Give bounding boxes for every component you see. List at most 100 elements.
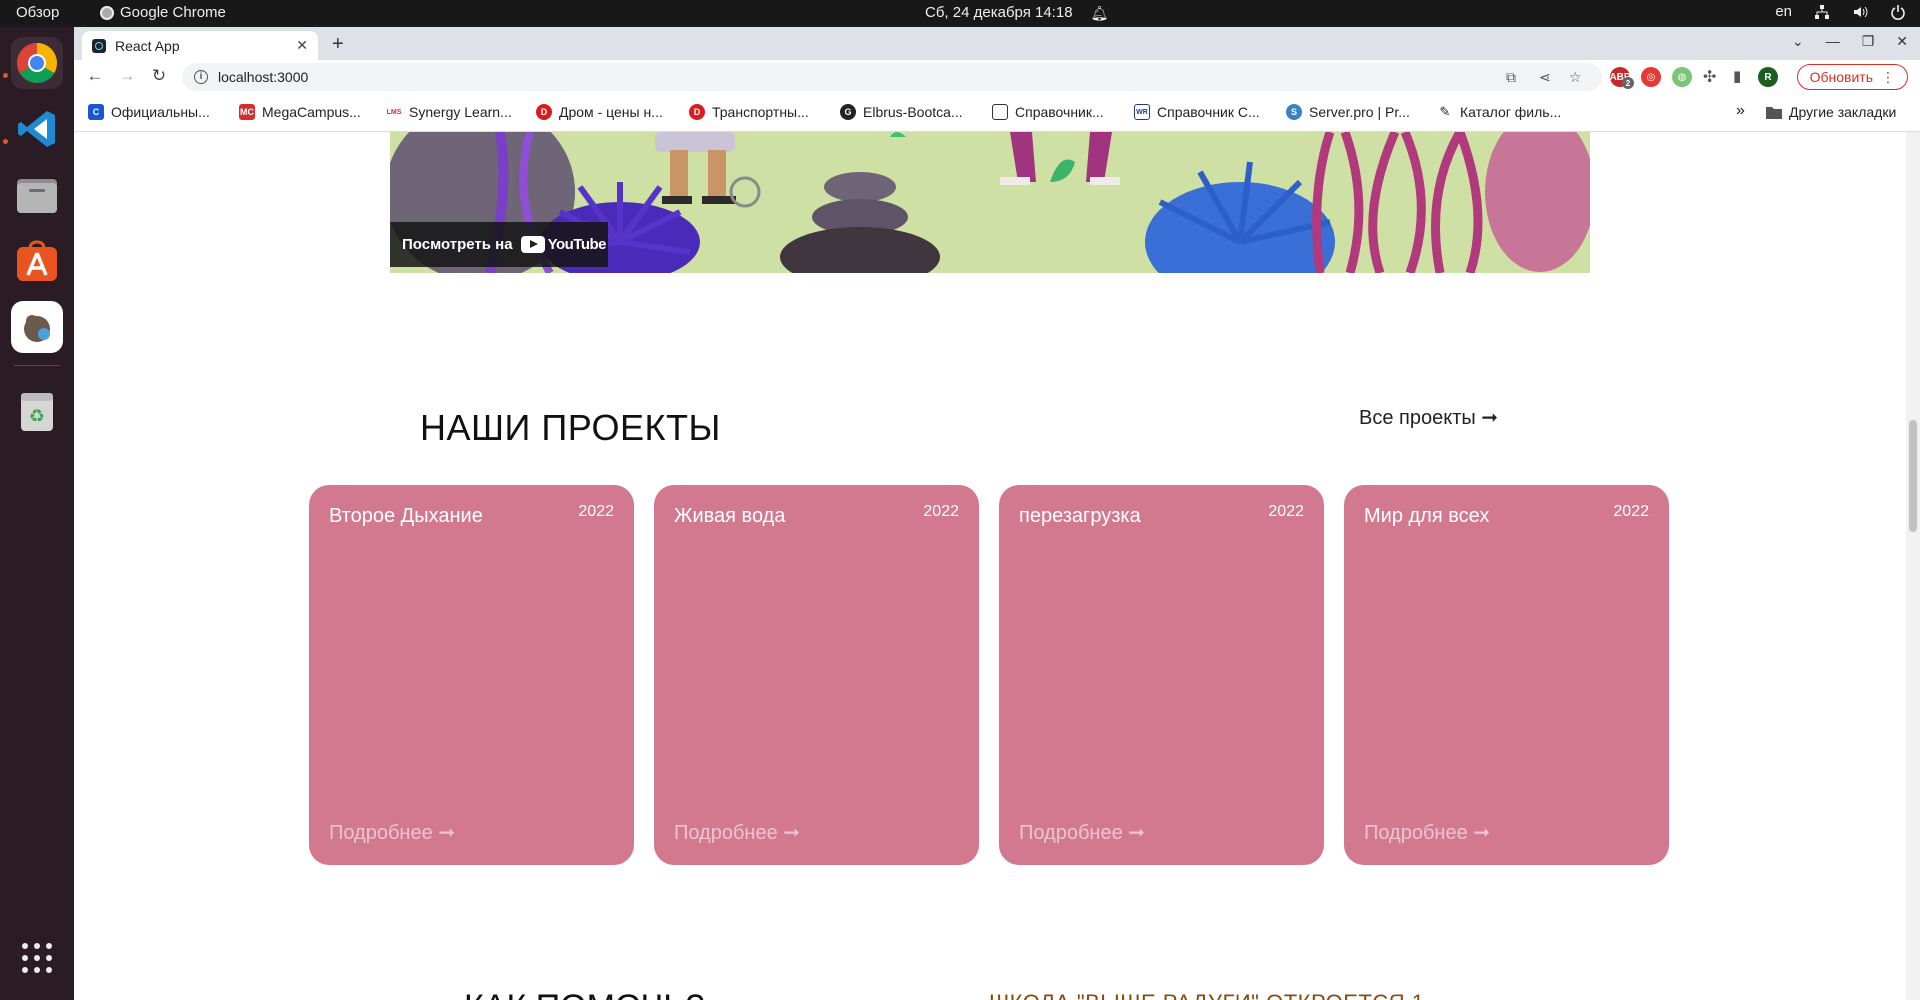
help-section-title: КАК ПОМОЧЬ? (464, 988, 705, 1000)
bookmark-label: Справочник С... (1157, 104, 1260, 120)
project-card-more-link[interactable]: Подробнее ➞ (1019, 820, 1145, 845)
minimize-button[interactable]: — (1826, 33, 1840, 50)
keyboard-layout[interactable]: en (1775, 3, 1792, 20)
gimp-icon[interactable] (11, 301, 63, 353)
bookmark-item[interactable]: WR Справочник С... (1134, 104, 1260, 120)
window-controls: ⌄ — ❐ ✕ (1792, 33, 1908, 50)
volume-icon[interactable] (1852, 4, 1868, 20)
other-bookmarks-folder[interactable]: Другие закладки (1766, 104, 1896, 120)
bookmark-favicon-icon: WR (1134, 104, 1150, 120)
address-bar[interactable]: i localhost:3000 (182, 63, 1602, 91)
forward-button[interactable]: → (116, 66, 138, 86)
bookmark-star-icon[interactable]: ☆ (1569, 69, 1582, 86)
youtube-logo-icon: YouTube (520, 236, 607, 253)
other-bookmarks-label: Другие закладки (1789, 104, 1897, 120)
github-icon: G (840, 104, 856, 120)
project-card[interactable]: перезагрузка 2022 Подробнее ➞ (999, 485, 1324, 865)
reload-button[interactable]: ↻ (148, 66, 170, 86)
update-button[interactable]: Обновить ⋮ (1796, 64, 1908, 90)
trash-icon[interactable]: ♻ (11, 385, 63, 437)
bookmark-label: Транспортны... (712, 104, 809, 120)
bookmark-label: Официальны... (111, 104, 210, 120)
bookmark-favicon-icon: LMS (386, 104, 402, 120)
dock-separator (14, 365, 60, 366)
page-scrollbar[interactable] (1906, 132, 1920, 1000)
share-icon[interactable]: ⋖ (1539, 69, 1551, 86)
dock: ♻ (0, 27, 74, 1000)
project-card-more-link[interactable]: Подробнее ➞ (1364, 820, 1490, 845)
clock-menu[interactable]: Сб, 24 декабря 14:18 🔔︎ (925, 4, 1108, 21)
url-text: localhost:3000 (218, 69, 309, 85)
bookmark-item[interactable]: MC MegaCampus... (239, 104, 361, 120)
bookmark-label: MegaCampus... (262, 104, 361, 120)
project-card-year: 2022 (578, 503, 614, 520)
bookmark-item[interactable]: C Официальны... (88, 104, 210, 120)
project-card[interactable]: Мир для всех 2022 Подробнее ➞ (1344, 485, 1669, 865)
watch-on-label: Посмотреть на (402, 236, 513, 253)
extension-target-icon[interactable]: ◎ (1641, 67, 1661, 87)
system-tray[interactable]: en (1775, 3, 1906, 20)
bookmark-item[interactable]: S Server.pro | Pr... (1286, 104, 1410, 120)
tab-close-icon[interactable]: ✕ (296, 37, 308, 54)
project-card-more-link[interactable]: Подробнее ➞ (329, 820, 455, 845)
bookmark-label: Справочник... (1015, 104, 1104, 120)
project-card-more-link[interactable]: Подробнее ➞ (674, 820, 800, 845)
project-card-title: Второе Дыхание (329, 505, 483, 527)
youtube-video-embed[interactable]: Посмотреть на YouTube (390, 132, 1590, 273)
youtube-play-icon (520, 236, 545, 253)
project-card[interactable]: Второе Дыхание 2022 Подробнее ➞ (309, 485, 634, 865)
react-favicon-icon (92, 38, 106, 53)
activities-button[interactable]: Обзор (16, 4, 59, 21)
site-info-icon[interactable]: i (194, 70, 208, 84)
project-card-title: Мир для всех (1364, 505, 1490, 527)
bookmark-item[interactable]: LMS Synergy Learn... (386, 104, 512, 120)
bookmark-label: Дром - цены н... (559, 104, 663, 120)
bookmark-item[interactable]: D Дром - цены н... (536, 104, 663, 120)
bookmark-favicon-icon: D (689, 104, 705, 120)
bookmark-favicon-icon: MC (239, 104, 255, 120)
bookmark-favicon-icon (992, 104, 1008, 120)
side-panel-icon[interactable]: ▮ (1733, 67, 1741, 85)
browser-toolbar: ← → ↻ i localhost:3000 ⧉ ⋖ ☆ ABP 2 ◎ ◍ ✣… (74, 60, 1920, 94)
app-center-icon[interactable] (11, 235, 63, 287)
bookmarks-bar: C Официальны... MC MegaCampus... LMS Syn… (74, 94, 1920, 132)
school-announcement: ШКОЛА "ВЫШЕ РАДУГИ" ОТКРОЕТСЯ 1 (989, 990, 1425, 1000)
watch-on-youtube-button[interactable]: Посмотреть на YouTube (390, 222, 608, 267)
project-card[interactable]: Живая вода 2022 Подробнее ➞ (654, 485, 979, 865)
youtube-wordmark: YouTube (547, 236, 607, 253)
files-icon[interactable] (11, 169, 63, 221)
extension-green-icon[interactable]: ◍ (1672, 67, 1692, 87)
chrome-icon[interactable] (11, 37, 63, 89)
all-projects-link[interactable]: Все проекты ➞ (1359, 405, 1498, 430)
tab-strip: React App ✕ + ⌄ — ❐ ✕ (74, 27, 1920, 60)
vscode-icon[interactable] (11, 103, 63, 155)
back-button[interactable]: ← (84, 66, 106, 86)
app-grid-icon[interactable] (11, 932, 63, 984)
system-top-bar: Обзор Google Chrome Сб, 24 декабря 14:18… (0, 0, 1920, 27)
network-icon[interactable] (1814, 4, 1830, 20)
power-icon[interactable] (1890, 4, 1906, 20)
bookmark-item[interactable]: Справочник... (992, 104, 1104, 120)
bookmark-item[interactable]: ✎ Каталог филь... (1437, 104, 1561, 120)
new-tab-button[interactable]: + (332, 33, 344, 56)
close-window-button[interactable]: ✕ (1896, 33, 1908, 50)
profile-avatar[interactable]: R (1758, 67, 1778, 87)
page-viewport: Посмотреть на YouTube НАШИ ПРОЕКТЫ Все п… (74, 132, 1906, 1000)
extensions-puzzle-icon[interactable]: ✣ (1703, 67, 1716, 87)
bookmark-item[interactable]: G Elbrus-Bootca... (840, 104, 963, 120)
more-menu-icon[interactable]: ⋮ (1881, 69, 1895, 86)
tab-react-app[interactable]: React App ✕ (82, 31, 318, 60)
translate-icon[interactable]: ⧉ (1506, 69, 1516, 86)
update-label: Обновить (1809, 69, 1873, 85)
active-app-menu[interactable]: Google Chrome (100, 4, 226, 21)
project-card-year: 2022 (923, 503, 959, 520)
maximize-button[interactable]: ❐ (1862, 33, 1875, 50)
tab-search-chevron-icon[interactable]: ⌄ (1792, 33, 1804, 50)
more-bookmarks-chevron-icon[interactable]: » (1736, 102, 1745, 120)
bookmark-favicon-icon: C (88, 104, 104, 120)
bookmark-item[interactable]: D Транспортны... (689, 104, 809, 120)
scrollbar-thumb[interactable] (1909, 420, 1917, 532)
extension-badge: 2 (1622, 77, 1634, 89)
project-card-year: 2022 (1613, 503, 1649, 520)
project-card-title: перезагрузка (1019, 505, 1141, 527)
